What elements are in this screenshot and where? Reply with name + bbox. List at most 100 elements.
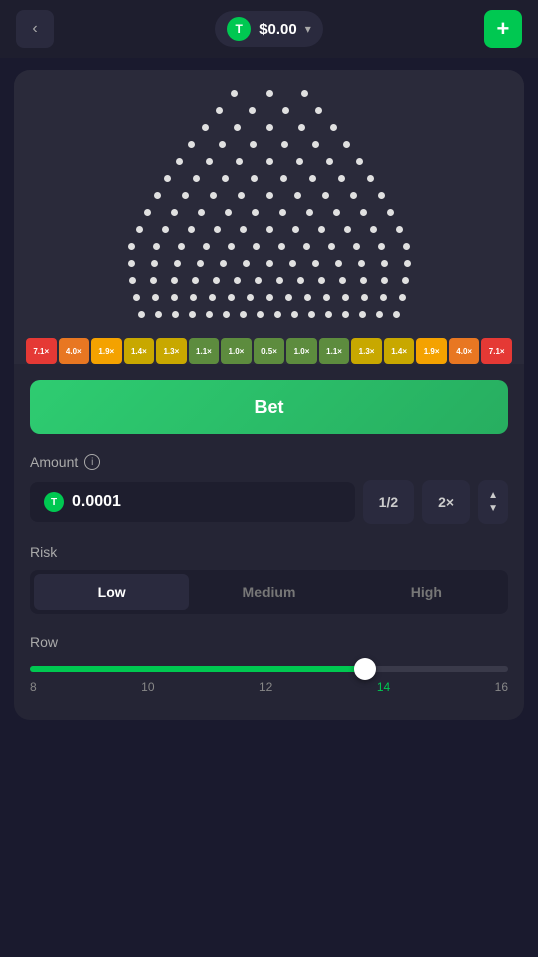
risk-tab-high[interactable]: High — [349, 574, 504, 610]
peg — [250, 141, 257, 148]
risk-label: Risk — [30, 544, 508, 560]
peg-row — [24, 260, 514, 267]
peg — [192, 277, 199, 284]
multiplier-cell: 1.9× — [416, 338, 447, 364]
peg — [315, 107, 322, 114]
peg — [219, 141, 226, 148]
peg — [236, 158, 243, 165]
peg — [240, 226, 247, 233]
peg — [285, 294, 292, 301]
slider-track — [30, 666, 508, 672]
peg — [378, 192, 385, 199]
peg — [213, 277, 220, 284]
peg — [322, 192, 329, 199]
risk-tab-medium[interactable]: Medium — [191, 574, 346, 610]
multiplier-row: 7.1×4.0×1.9×1.4×1.3×1.1×1.0×0.5×1.0×1.1×… — [24, 338, 514, 364]
peg — [154, 192, 161, 199]
row-label-16: 16 — [495, 680, 508, 694]
plinko-board: 7.1×4.0×1.9×1.4×1.3×1.1×1.0×0.5×1.0×1.1×… — [14, 70, 524, 364]
multiplier-cell: 0.5× — [254, 338, 285, 364]
peg — [381, 277, 388, 284]
peg — [189, 311, 196, 318]
multiplier-cell: 7.1× — [481, 338, 512, 364]
multiplier-cell: 1.3× — [156, 338, 187, 364]
peg — [210, 192, 217, 199]
stepper-button[interactable]: ▲ ▼ — [478, 480, 508, 524]
peg — [216, 107, 223, 114]
tron-icon: T — [227, 17, 251, 41]
peg — [253, 243, 260, 250]
peg — [238, 192, 245, 199]
slider-thumb[interactable] — [354, 658, 376, 680]
half-button[interactable]: 1/2 — [363, 480, 414, 524]
peg — [188, 141, 195, 148]
peg — [266, 192, 273, 199]
add-funds-button[interactable]: + — [484, 10, 522, 48]
row-section: Row 8 10 12 14 16 — [30, 634, 508, 694]
peg — [257, 311, 264, 318]
peg-row — [24, 243, 514, 250]
peg — [279, 209, 286, 216]
header: ‹ T $0.00 ▾ + — [0, 0, 538, 58]
risk-tabs: Low Medium High — [30, 570, 508, 614]
multiplier-cell: 1.4× — [384, 338, 415, 364]
peg — [128, 260, 135, 267]
peg — [278, 243, 285, 250]
bet-button[interactable]: Bet — [30, 380, 508, 434]
peg — [378, 243, 385, 250]
peg — [176, 158, 183, 165]
peg — [228, 294, 235, 301]
risk-tab-low[interactable]: Low — [34, 574, 189, 610]
peg — [339, 277, 346, 284]
balance-pill[interactable]: T $0.00 ▾ — [215, 11, 323, 47]
peg — [274, 311, 281, 318]
balance-amount: $0.00 — [259, 21, 297, 38]
peg — [249, 107, 256, 114]
back-button[interactable]: ‹ — [16, 10, 54, 48]
peg — [309, 175, 316, 182]
peg — [150, 277, 157, 284]
multiplier-cell: 4.0× — [449, 338, 480, 364]
peg — [396, 226, 403, 233]
peg — [399, 294, 406, 301]
amount-input[interactable] — [72, 493, 341, 511]
peg — [312, 141, 319, 148]
peg — [360, 277, 367, 284]
peg — [172, 311, 179, 318]
amount-label: Amount i — [30, 454, 508, 470]
peg — [312, 260, 319, 267]
peg — [197, 260, 204, 267]
peg — [381, 260, 388, 267]
peg-row — [24, 158, 514, 165]
tron-small-icon: T — [44, 492, 64, 512]
peg — [202, 124, 209, 131]
peg — [303, 243, 310, 250]
peg — [404, 260, 411, 267]
peg — [296, 158, 303, 165]
row-labels: 8 10 12 14 16 — [30, 680, 508, 694]
multiplier-cell: 1.4× — [124, 338, 155, 364]
row-label-8: 8 — [30, 680, 37, 694]
peg-row — [24, 90, 514, 97]
peg — [376, 311, 383, 318]
peg — [280, 175, 287, 182]
peg — [359, 311, 366, 318]
peg — [403, 243, 410, 250]
multiplier-cell: 1.1× — [189, 338, 220, 364]
peg — [152, 294, 159, 301]
peg — [243, 260, 250, 267]
peg — [328, 243, 335, 250]
peg — [266, 158, 273, 165]
peg-row — [24, 277, 514, 284]
peg — [251, 175, 258, 182]
peg — [326, 158, 333, 165]
slider-fill — [30, 666, 365, 672]
double-button[interactable]: 2× — [422, 480, 470, 524]
peg — [171, 277, 178, 284]
peg — [370, 226, 377, 233]
peg — [298, 124, 305, 131]
peg — [133, 294, 140, 301]
peg — [358, 260, 365, 267]
peg — [153, 243, 160, 250]
peg — [393, 311, 400, 318]
